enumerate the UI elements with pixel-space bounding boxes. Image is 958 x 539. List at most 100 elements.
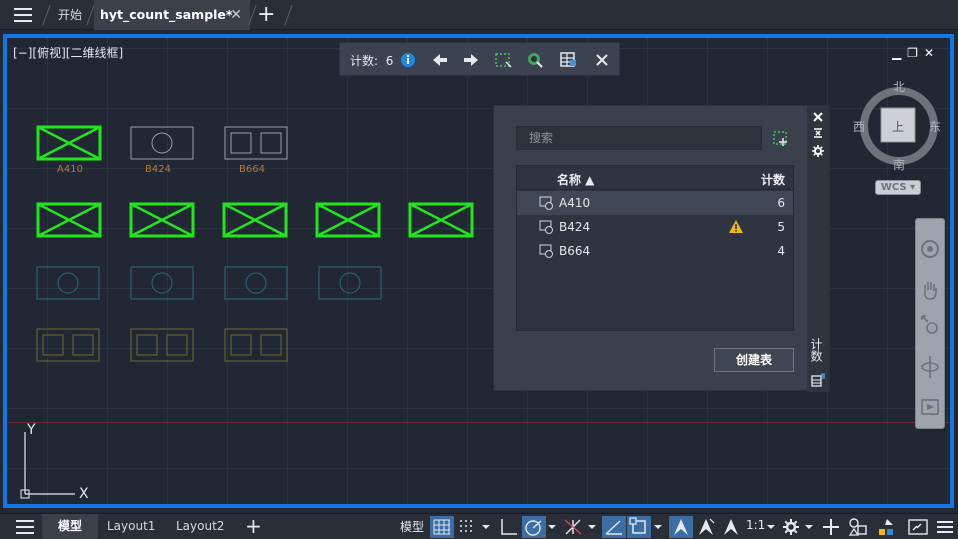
lightbulb-icon[interactable] xyxy=(875,516,899,538)
annotation-scale-value[interactable]: 1:1 xyxy=(746,518,765,532)
grid-icon[interactable] xyxy=(430,516,454,538)
block-icon xyxy=(539,244,553,258)
tab-model[interactable]: 模型 xyxy=(42,514,98,539)
next-arrow-icon[interactable] xyxy=(461,50,481,70)
previous-arrow-icon[interactable] xyxy=(430,50,450,70)
view-cube[interactable]: 北 南 东 西 上 WCS ▾ xyxy=(853,80,949,210)
annotation-visibility-icon[interactable] xyxy=(669,516,693,538)
wcs-menu[interactable]: WCS ▾ xyxy=(875,180,921,195)
block-b664[interactable] xyxy=(224,126,288,160)
block-b424[interactable] xyxy=(130,266,194,300)
auto-hide-icon[interactable] xyxy=(811,127,825,139)
tab-document[interactable]: hyt_count_sample* ✕ xyxy=(94,0,250,30)
view-controls-label[interactable]: [−][俯视][二维线框] xyxy=(13,44,123,61)
auto-scale-icon[interactable] xyxy=(694,516,718,538)
show-motion-icon[interactable] xyxy=(920,397,940,417)
block-label-b424: B424 xyxy=(145,164,171,175)
select-area-icon[interactable] xyxy=(493,50,513,70)
snap-icon[interactable] xyxy=(456,516,480,538)
compass-east[interactable]: 东 xyxy=(929,118,941,135)
block-b664[interactable] xyxy=(130,328,194,362)
list-item-count: 4 xyxy=(777,244,785,258)
tab-layout1[interactable]: Layout1 xyxy=(107,514,155,539)
chevron-down-icon[interactable] xyxy=(804,516,814,538)
block-label-a410: A410 xyxy=(57,164,83,175)
gear-icon[interactable] xyxy=(811,144,825,158)
object-snap-icon[interactable] xyxy=(627,516,651,538)
column-count-header[interactable]: 计数 xyxy=(761,171,785,188)
ucs-icon[interactable]: Y X xyxy=(15,422,105,502)
steering-wheel-icon[interactable] xyxy=(920,239,940,259)
info-icon[interactable] xyxy=(398,50,418,70)
list-item-name: B664 xyxy=(559,244,591,258)
palette-title: 计数 xyxy=(809,338,823,362)
compass-south[interactable]: 南 xyxy=(893,156,905,173)
count-label: 计数: 6 xyxy=(350,54,394,68)
select-area-icon[interactable] xyxy=(772,130,790,148)
pan-hand-icon[interactable] xyxy=(920,279,940,301)
close-count-icon[interactable] xyxy=(592,50,612,70)
drawing-viewport[interactable]: [−][俯视][二维线框] 计数: 6 ▁❐✕ A410 B424 B664 Y… xyxy=(0,30,958,513)
close-tab-icon[interactable]: ✕ xyxy=(230,0,242,30)
active-viewport-frame[interactable]: [−][俯视][二维线框] 计数: 6 ▁❐✕ A410 B424 B664 Y… xyxy=(3,34,954,508)
orbit-icon[interactable] xyxy=(920,354,940,380)
warning-icon[interactable] xyxy=(728,219,744,234)
annotation-scale-icon[interactable] xyxy=(719,516,743,538)
isolate-objects-icon[interactable] xyxy=(846,516,870,538)
zoom-extents-icon[interactable] xyxy=(920,314,940,336)
chevron-down-icon[interactable] xyxy=(586,516,598,538)
block-b664[interactable] xyxy=(224,328,288,362)
block-b424[interactable] xyxy=(318,266,382,300)
block-a410-selected[interactable] xyxy=(222,202,288,238)
new-tab-button[interactable]: + xyxy=(257,3,275,27)
chevron-down-icon[interactable] xyxy=(766,516,776,538)
palette-title-bar[interactable]: 计数 xyxy=(807,106,829,392)
new-layout-button[interactable]: + xyxy=(245,514,262,538)
create-table-button[interactable]: 创建表 xyxy=(714,348,794,372)
block-b424[interactable] xyxy=(224,266,288,300)
navigation-bar xyxy=(915,218,945,429)
list-item-a410[interactable]: A410 6 xyxy=(517,191,793,215)
chevron-down-icon[interactable] xyxy=(652,516,664,538)
block-label-b664: B664 xyxy=(239,164,265,175)
block-b664[interactable] xyxy=(36,328,100,362)
search-input[interactable]: 搜索 xyxy=(516,126,762,150)
count-value: 6 xyxy=(385,54,394,68)
count-palette: 搜索 名称 ▲ 计数 A410 6 B424 5 B664 4 创建表 计数 xyxy=(493,105,830,392)
block-a410-selected[interactable] xyxy=(315,202,381,238)
gear-icon[interactable] xyxy=(780,516,802,538)
ortho-icon[interactable] xyxy=(497,516,521,538)
insert-table-icon[interactable] xyxy=(558,50,578,70)
object-snap-tracking-icon[interactable] xyxy=(602,516,626,538)
tab-separator xyxy=(284,5,293,25)
customization-menu-icon[interactable] xyxy=(934,516,956,538)
block-b424[interactable] xyxy=(130,126,194,160)
list-item-b664[interactable]: B664 4 xyxy=(517,239,793,263)
close-palette-icon[interactable] xyxy=(811,110,825,124)
layout-menu-icon[interactable] xyxy=(16,520,34,534)
plus-icon[interactable] xyxy=(820,516,842,538)
compass-west[interactable]: 西 xyxy=(853,118,865,135)
column-name-header[interactable]: 名称 ▲ xyxy=(557,171,594,188)
list-item-b424[interactable]: B424 5 xyxy=(517,215,793,239)
block-a410-selected[interactable] xyxy=(36,202,102,238)
polar-tracking-icon[interactable] xyxy=(522,516,546,538)
view-cube-top-face[interactable]: 上 xyxy=(892,118,904,135)
tab-start[interactable]: 开始 xyxy=(52,0,88,30)
chevron-down-icon[interactable] xyxy=(546,516,558,538)
block-a410-selected[interactable] xyxy=(36,125,102,161)
block-a410-selected[interactable] xyxy=(408,202,474,238)
application-menu-icon[interactable] xyxy=(14,8,32,22)
model-space-toggle[interactable]: 模型 xyxy=(400,518,424,535)
isometric-draft-icon[interactable] xyxy=(561,516,585,538)
list-header: 名称 ▲ 计数 xyxy=(517,166,793,190)
block-icon xyxy=(539,220,553,234)
compass-north[interactable]: 北 xyxy=(893,78,905,95)
fullscreen-icon[interactable] xyxy=(906,516,930,538)
viewport-window-controls[interactable]: ▁❐✕ xyxy=(892,46,940,60)
block-a410-selected[interactable] xyxy=(129,202,195,238)
find-block-icon[interactable] xyxy=(525,50,545,70)
tab-layout2[interactable]: Layout2 xyxy=(176,514,224,539)
block-b424[interactable] xyxy=(36,266,100,300)
chevron-down-icon[interactable] xyxy=(480,516,492,538)
